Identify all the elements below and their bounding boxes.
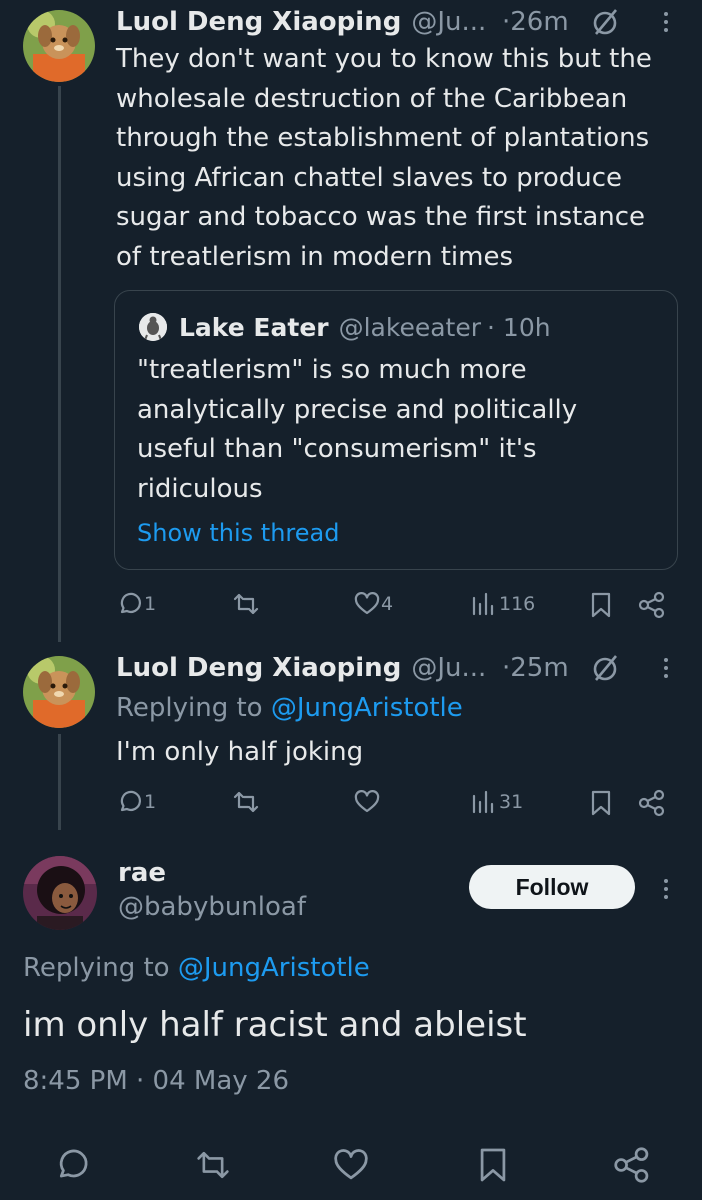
tweet1-body: They don't want you to know this but the…	[116, 40, 696, 278]
quoted-text-line: ridiculous	[137, 473, 263, 504]
share-icon[interactable]	[638, 789, 666, 817]
follow-button[interactable]: Follow	[469, 865, 635, 909]
quoted-avatar	[139, 313, 167, 341]
replying-to: Replying to @JungAristotle	[116, 690, 463, 726]
retweet-icon[interactable]	[231, 789, 261, 815]
tweet-text-line: sugar and tobacco was the first instance	[116, 202, 646, 233]
author-name[interactable]: rae	[118, 856, 166, 890]
like-icon[interactable]	[333, 1149, 369, 1182]
tweet-text-line: of treatlerism in modern times	[116, 241, 513, 272]
thread-line-2	[58, 734, 61, 830]
bookmark-icon[interactable]	[590, 790, 612, 816]
more-icon[interactable]	[663, 8, 669, 36]
more-icon[interactable]	[663, 875, 669, 903]
avatar-rae[interactable]	[23, 856, 97, 930]
retweet-icon[interactable]	[193, 1148, 233, 1182]
replying-prefix: Replying to	[23, 953, 170, 983]
show-thread-link[interactable]: Show this thread	[137, 517, 339, 549]
views-icon[interactable]	[471, 592, 495, 616]
tweet-time[interactable]: ·26m	[502, 4, 569, 40]
quoted-author-name: Lake Eater	[179, 312, 329, 342]
quoted-body: "treatlerism" is so much more analytical…	[137, 351, 667, 509]
reply-count: 1	[144, 791, 157, 813]
share-icon[interactable]	[613, 1146, 651, 1184]
author-handle[interactable]: @babybunloaf	[118, 890, 306, 924]
replying-prefix: Replying to	[116, 693, 263, 723]
reply-icon[interactable]	[116, 789, 142, 815]
quoted-text-line: useful than "consumerism" it's	[137, 434, 537, 465]
like-count: 4	[381, 593, 394, 615]
reply-icon[interactable]	[53, 1147, 89, 1183]
like-icon[interactable]	[354, 790, 380, 814]
share-icon[interactable]	[638, 591, 666, 619]
avatar-luol-deng-xiaoping[interactable]	[23, 10, 95, 82]
view-count: 116	[499, 593, 536, 615]
more-icon[interactable]	[663, 654, 669, 682]
tweet2-header: Luol Deng Xiaoping @Ju...	[116, 650, 486, 686]
quoted-author-handle: @lakeeater	[338, 312, 482, 342]
tweet-text-line: They don't want you to know this but the	[116, 44, 652, 74]
tweet-text-line: wholesale destruction of the Caribbean	[116, 83, 628, 114]
thread-line-1	[58, 86, 61, 642]
bookmark-icon[interactable]	[590, 592, 612, 618]
author-name[interactable]: Luol Deng Xiaoping	[116, 7, 401, 37]
tweet-time[interactable]: ·25m	[502, 650, 569, 686]
reply-icon[interactable]	[116, 591, 142, 617]
tweet1-header: Luol Deng Xiaoping @Ju...	[116, 4, 486, 40]
replying-to: Replying to @JungAristotle	[23, 950, 370, 986]
tweet-text-line: through the establishment of plantations	[116, 123, 650, 154]
tweet2-text: I'm only half joking	[116, 737, 364, 767]
views-icon[interactable]	[471, 790, 495, 814]
quoted-text-line: "treatlerism" is so much more	[137, 355, 527, 385]
reply-count: 1	[144, 593, 157, 615]
quoted-time: · 10h	[487, 312, 551, 342]
retweet-icon[interactable]	[231, 591, 261, 617]
author-name[interactable]: Luol Deng Xiaoping	[116, 653, 401, 683]
quoted-tweet-card[interactable]: Lake Eater @lakeeater · 10h "treatlerism…	[114, 290, 678, 570]
hidden-icon[interactable]	[590, 652, 622, 684]
author-handle[interactable]: @Ju...	[411, 7, 486, 37]
bookmark-icon[interactable]	[478, 1147, 508, 1183]
tweet-timestamp[interactable]: 8:45 PM · 04 May 26	[23, 1063, 289, 1099]
tweet-text-line: using African chattel slaves to produce	[116, 162, 623, 193]
tweet3-text: im only half racist and ableist	[23, 1005, 527, 1045]
avatar-luol-deng-xiaoping[interactable]	[23, 656, 95, 728]
like-icon[interactable]	[354, 592, 380, 616]
quoted-text-line: analytically precise and politically	[137, 394, 578, 425]
hidden-icon[interactable]	[590, 6, 622, 38]
author-handle[interactable]: @Ju...	[411, 653, 486, 683]
view-count: 31	[499, 791, 524, 813]
replying-handle-link[interactable]: @JungAristotle	[178, 953, 370, 983]
replying-handle-link[interactable]: @JungAristotle	[271, 693, 463, 723]
quoted-header: Lake Eater @lakeeater · 10h	[179, 309, 551, 345]
